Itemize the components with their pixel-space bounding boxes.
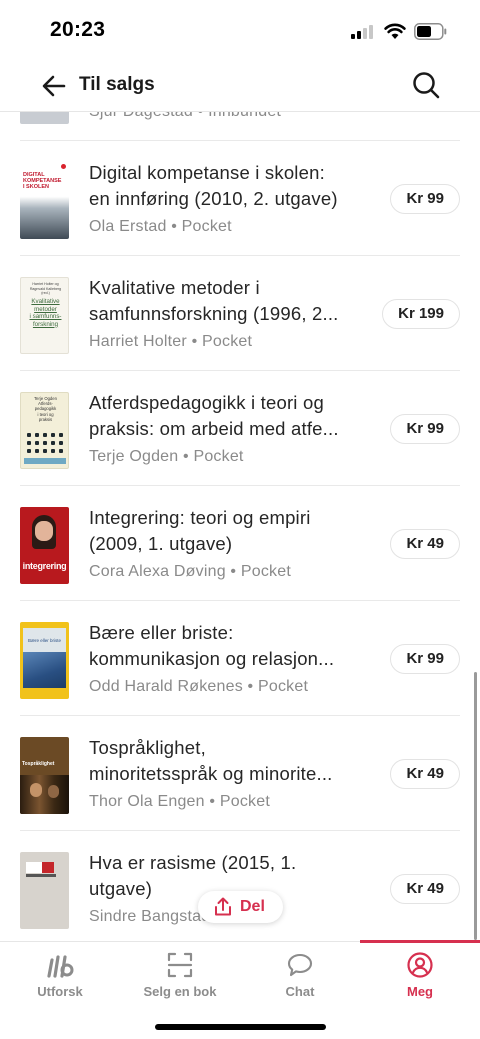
share-button[interactable]: Del xyxy=(198,891,283,923)
item-title: Kvalitative metoder i samfunnsforskning (… xyxy=(89,277,339,324)
listing-scroll-area[interactable]: Sjur Dagestad • Innbundet DIGITALKOMPETA… xyxy=(0,112,480,942)
item-meta: Sjur Dagestad • Innbundet xyxy=(89,112,281,121)
cover-title: Tospråklighet xyxy=(22,761,55,767)
item-title: Digital kompetanse i skolen: en innføring… xyxy=(89,162,338,209)
book-cover xyxy=(20,852,69,929)
cover-author: Harriet Holter og Ragnvald Kalleberg (red.… xyxy=(29,282,62,295)
list-item[interactable]: Tospråklighet Tospråklighet, minoritetssp… xyxy=(0,716,480,831)
book-cover: Bære eller briste xyxy=(20,622,69,699)
list-item[interactable]: Harriet Holter og Ragnvald Kalleberg (red.… xyxy=(0,256,480,371)
book-cover: Harriet Holter og Ragnvald Kalleberg (red.… xyxy=(20,277,69,354)
page-title: Til salgs xyxy=(79,74,155,95)
item-meta: Odd Harald Røkenes • Pocket xyxy=(89,678,309,695)
bottom-tab-bar: Utforsk Selg en bok Chat Meg xyxy=(0,940,480,1039)
profile-icon xyxy=(407,952,433,978)
wifi-icon xyxy=(384,23,406,39)
tab-meg[interactable]: Meg xyxy=(360,942,480,1002)
item-meta: Cora Alexa Døving • Pocket xyxy=(89,563,291,580)
tab-label: Utforsk xyxy=(37,984,83,999)
list-item[interactable]: DIGITAL KOMPETANSE I SKOLEN Digital kompet… xyxy=(0,141,480,256)
scan-icon xyxy=(167,952,193,978)
search-icon[interactable] xyxy=(411,70,441,100)
price-badge[interactable]: Kr 199 xyxy=(382,299,460,329)
tab-chat[interactable]: Chat xyxy=(240,942,360,1002)
app-header: Til salgs xyxy=(0,60,480,112)
price-badge[interactable]: Kr 99 xyxy=(390,414,460,444)
cover-title: integrering xyxy=(22,561,67,571)
item-title: Tospråklighet, minoritetsspråk og minorit… xyxy=(89,737,333,784)
tab-label: Selg en bok xyxy=(143,984,217,999)
item-title: Atferdspedagogikk i teori og praksis: om … xyxy=(89,392,339,439)
price-badge[interactable]: Kr 49 xyxy=(390,874,460,904)
status-bar: 20:23 xyxy=(0,0,480,60)
item-title: Integrering: teori og empiri (2009, 1. ut… xyxy=(89,507,311,554)
share-icon xyxy=(215,897,231,916)
price-badge[interactable]: Kr 99 xyxy=(390,644,460,674)
item-meta: Terje Ogden • Pocket xyxy=(89,448,244,465)
price-badge[interactable]: Kr 99 xyxy=(390,184,460,214)
item-title: Bære eller briste: kommunikasjon og relas… xyxy=(89,622,335,669)
book-cover: Tospråklighet xyxy=(20,737,69,814)
tab-selg-en-bok[interactable]: Selg en bok xyxy=(120,942,240,1002)
listing-list: Sjur Dagestad • Innbundet DIGITALKOMPETA… xyxy=(0,112,480,942)
status-time: 20:23 xyxy=(50,18,106,41)
price-badge[interactable]: Kr 49 xyxy=(390,759,460,789)
list-item[interactable]: Hva er rasisme (2015, 1. utgave) Sindre B… xyxy=(0,831,480,942)
item-meta: Thor Ola Engen • Pocket xyxy=(89,793,270,810)
cover-title: Kvalitative metoder i samfunns-forskning xyxy=(29,298,62,328)
book-cover: DIGITAL KOMPETANSE I SKOLEN xyxy=(20,162,69,239)
chat-bubble-icon xyxy=(287,953,313,977)
tab-label: Meg xyxy=(407,984,433,999)
item-meta: Harriet Holter • Pocket xyxy=(89,333,253,350)
list-item[interactable]: Bære eller briste Bære eller briste: komm… xyxy=(0,601,480,716)
battery-icon xyxy=(414,23,447,40)
tab-label: Chat xyxy=(285,984,315,999)
book-cover xyxy=(20,112,69,124)
cover-title: Bære eller briste xyxy=(27,638,61,643)
logo-lb-icon xyxy=(47,955,74,978)
home-indicator xyxy=(155,1024,326,1030)
item-meta: Ola Erstad • Pocket xyxy=(89,218,232,235)
list-item[interactable]: Terje Ogden Atferds-pedagogikk i teori og p… xyxy=(0,371,480,486)
scrollbar[interactable] xyxy=(474,672,477,940)
cover-title: DIGITAL KOMPETANSE I SKOLEN xyxy=(23,172,62,190)
tab-utforsk[interactable]: Utforsk xyxy=(0,942,120,1002)
arrow-left-icon[interactable] xyxy=(40,72,68,100)
list-item[interactable]: integrering Integrering: teori og empiri… xyxy=(0,486,480,601)
cover-title: Terje Ogden Atferds-pedagogikk i teori og p… xyxy=(34,396,57,422)
share-label: Del xyxy=(240,898,265,915)
list-item[interactable]: Sjur Dagestad • Innbundet xyxy=(0,112,480,141)
book-cover: integrering xyxy=(20,507,69,584)
cellular-signal-icon xyxy=(351,25,375,39)
price-badge[interactable]: Kr 49 xyxy=(390,529,460,559)
book-cover: Terje Ogden Atferds-pedagogikk i teori og p… xyxy=(20,392,69,469)
